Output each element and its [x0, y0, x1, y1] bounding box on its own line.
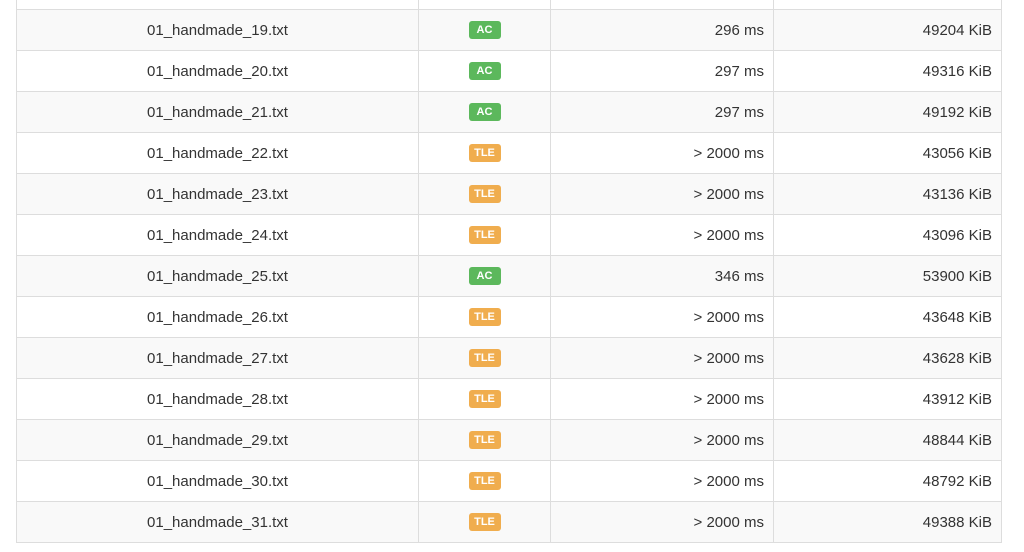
status-cell: TLE: [418, 296, 551, 338]
test-case-name: 01_handmade_20.txt: [16, 50, 419, 92]
exec-time: > 2000 ms: [550, 132, 774, 174]
memory-usage: 43136 KiB: [773, 173, 1002, 215]
memory-usage: 43912 KiB: [773, 378, 1002, 420]
memory-usage: 53900 KiB: [773, 255, 1002, 297]
memory-usage: 43056 KiB: [773, 132, 1002, 174]
status-cell: AC: [418, 91, 551, 133]
table-row: 01_handmade_27.txt TLE > 2000 ms 43628 KiB: [16, 337, 1002, 379]
exec-time: > 2000 ms: [550, 337, 774, 379]
status-badge: TLE: [468, 513, 501, 532]
status-badge: TLE: [468, 349, 501, 368]
test-case-name: 01_handmade_26.txt: [16, 296, 419, 338]
status-cell: AC: [418, 9, 551, 51]
test-case-name: 01_handmade_19.txt: [16, 9, 419, 51]
exec-time: > 2000 ms: [550, 460, 774, 502]
status-badge: TLE: [468, 185, 501, 204]
table-row: 01_handmade_24.txt TLE > 2000 ms 43096 KiB: [16, 214, 1002, 256]
table-row: 01_handmade_31.txt TLE > 2000 ms 49388 KiB: [16, 501, 1002, 543]
table-row: 01_handmade_30.txt TLE > 2000 ms 48792 KiB: [16, 460, 1002, 502]
memory-usage: [773, 0, 1002, 10]
status-badge: TLE: [468, 144, 501, 163]
status-badge: AC: [468, 21, 501, 40]
status-badge: AC: [468, 103, 501, 122]
table-row: 01_handmade_29.txt TLE > 2000 ms 48844 KiB: [16, 419, 1002, 461]
status-cell: TLE: [418, 378, 551, 420]
exec-time: > 2000 ms: [550, 419, 774, 461]
status-badge: TLE: [468, 308, 501, 327]
memory-usage: 48792 KiB: [773, 460, 1002, 502]
status-cell: TLE: [418, 132, 551, 174]
status-badge: TLE: [468, 472, 501, 491]
exec-time: > 2000 ms: [550, 214, 774, 256]
table-row: 01_handmade_23.txt TLE > 2000 ms 43136 KiB: [16, 173, 1002, 215]
status-cell: TLE: [418, 337, 551, 379]
test-case-name: [16, 0, 419, 10]
test-case-name: 01_handmade_28.txt: [16, 378, 419, 420]
exec-time: 297 ms: [550, 91, 774, 133]
status-cell: TLE: [418, 419, 551, 461]
memory-usage: 48844 KiB: [773, 419, 1002, 461]
status-badge: AC: [468, 62, 501, 81]
page: AC01_handmade_19.txtAC296 ms49204 KiB01_…: [0, 0, 1024, 552]
table-row: 01_handmade_20.txt AC 297 ms 49316 KiB: [16, 50, 1002, 92]
exec-time: 346 ms: [550, 255, 774, 297]
status-badge: AC: [468, 267, 501, 286]
memory-usage: 43648 KiB: [773, 296, 1002, 338]
memory-usage: 49192 KiB: [773, 91, 1002, 133]
table-row: 01_handmade_19.txt AC 296 ms 49204 KiB: [16, 9, 1002, 51]
results-table-body: AC01_handmade_19.txtAC296 ms49204 KiB01_…: [16, 0, 1002, 543]
status-cell: AC: [418, 255, 551, 297]
status-cell: TLE: [418, 173, 551, 215]
memory-usage: 49316 KiB: [773, 50, 1002, 92]
status-cell: AC: [418, 50, 551, 92]
memory-usage: 43628 KiB: [773, 337, 1002, 379]
status-cell: TLE: [418, 460, 551, 502]
test-case-name: 01_handmade_23.txt: [16, 173, 419, 215]
memory-usage: 43096 KiB: [773, 214, 1002, 256]
status-cell: TLE: [418, 501, 551, 543]
test-case-results-table: AC01_handmade_19.txtAC296 ms49204 KiB01_…: [16, 0, 1002, 543]
test-case-name: 01_handmade_30.txt: [16, 460, 419, 502]
test-case-name: 01_handmade_31.txt: [16, 501, 419, 543]
test-case-name: 01_handmade_22.txt: [16, 132, 419, 174]
status-cell: TLE: [418, 214, 551, 256]
exec-time: [550, 0, 774, 10]
table-row: 01_handmade_22.txt TLE > 2000 ms 43056 KiB: [16, 132, 1002, 174]
exec-time: > 2000 ms: [550, 501, 774, 543]
test-case-name: 01_handmade_27.txt: [16, 337, 419, 379]
exec-time: > 2000 ms: [550, 378, 774, 420]
table-row: 01_handmade_21.txt AC 297 ms 49192 KiB: [16, 91, 1002, 133]
test-case-name: 01_handmade_25.txt: [16, 255, 419, 297]
test-case-name: 01_handmade_21.txt: [16, 91, 419, 133]
memory-usage: 49204 KiB: [773, 9, 1002, 51]
table-row: 01_handmade_28.txt TLE > 2000 ms 43912 KiB: [16, 378, 1002, 420]
exec-time: > 2000 ms: [550, 296, 774, 338]
table-row: AC: [16, 0, 1002, 10]
status-cell: AC: [418, 0, 551, 10]
exec-time: 297 ms: [550, 50, 774, 92]
test-case-name: 01_handmade_24.txt: [16, 214, 419, 256]
status-badge: TLE: [468, 226, 501, 245]
exec-time: 296 ms: [550, 9, 774, 51]
status-badge: TLE: [468, 431, 501, 450]
table-row: 01_handmade_26.txt TLE > 2000 ms 43648 KiB: [16, 296, 1002, 338]
exec-time: > 2000 ms: [550, 173, 774, 215]
memory-usage: 49388 KiB: [773, 501, 1002, 543]
test-case-name: 01_handmade_29.txt: [16, 419, 419, 461]
status-badge: TLE: [468, 390, 501, 409]
table-row: 01_handmade_25.txt AC 346 ms 53900 KiB: [16, 255, 1002, 297]
